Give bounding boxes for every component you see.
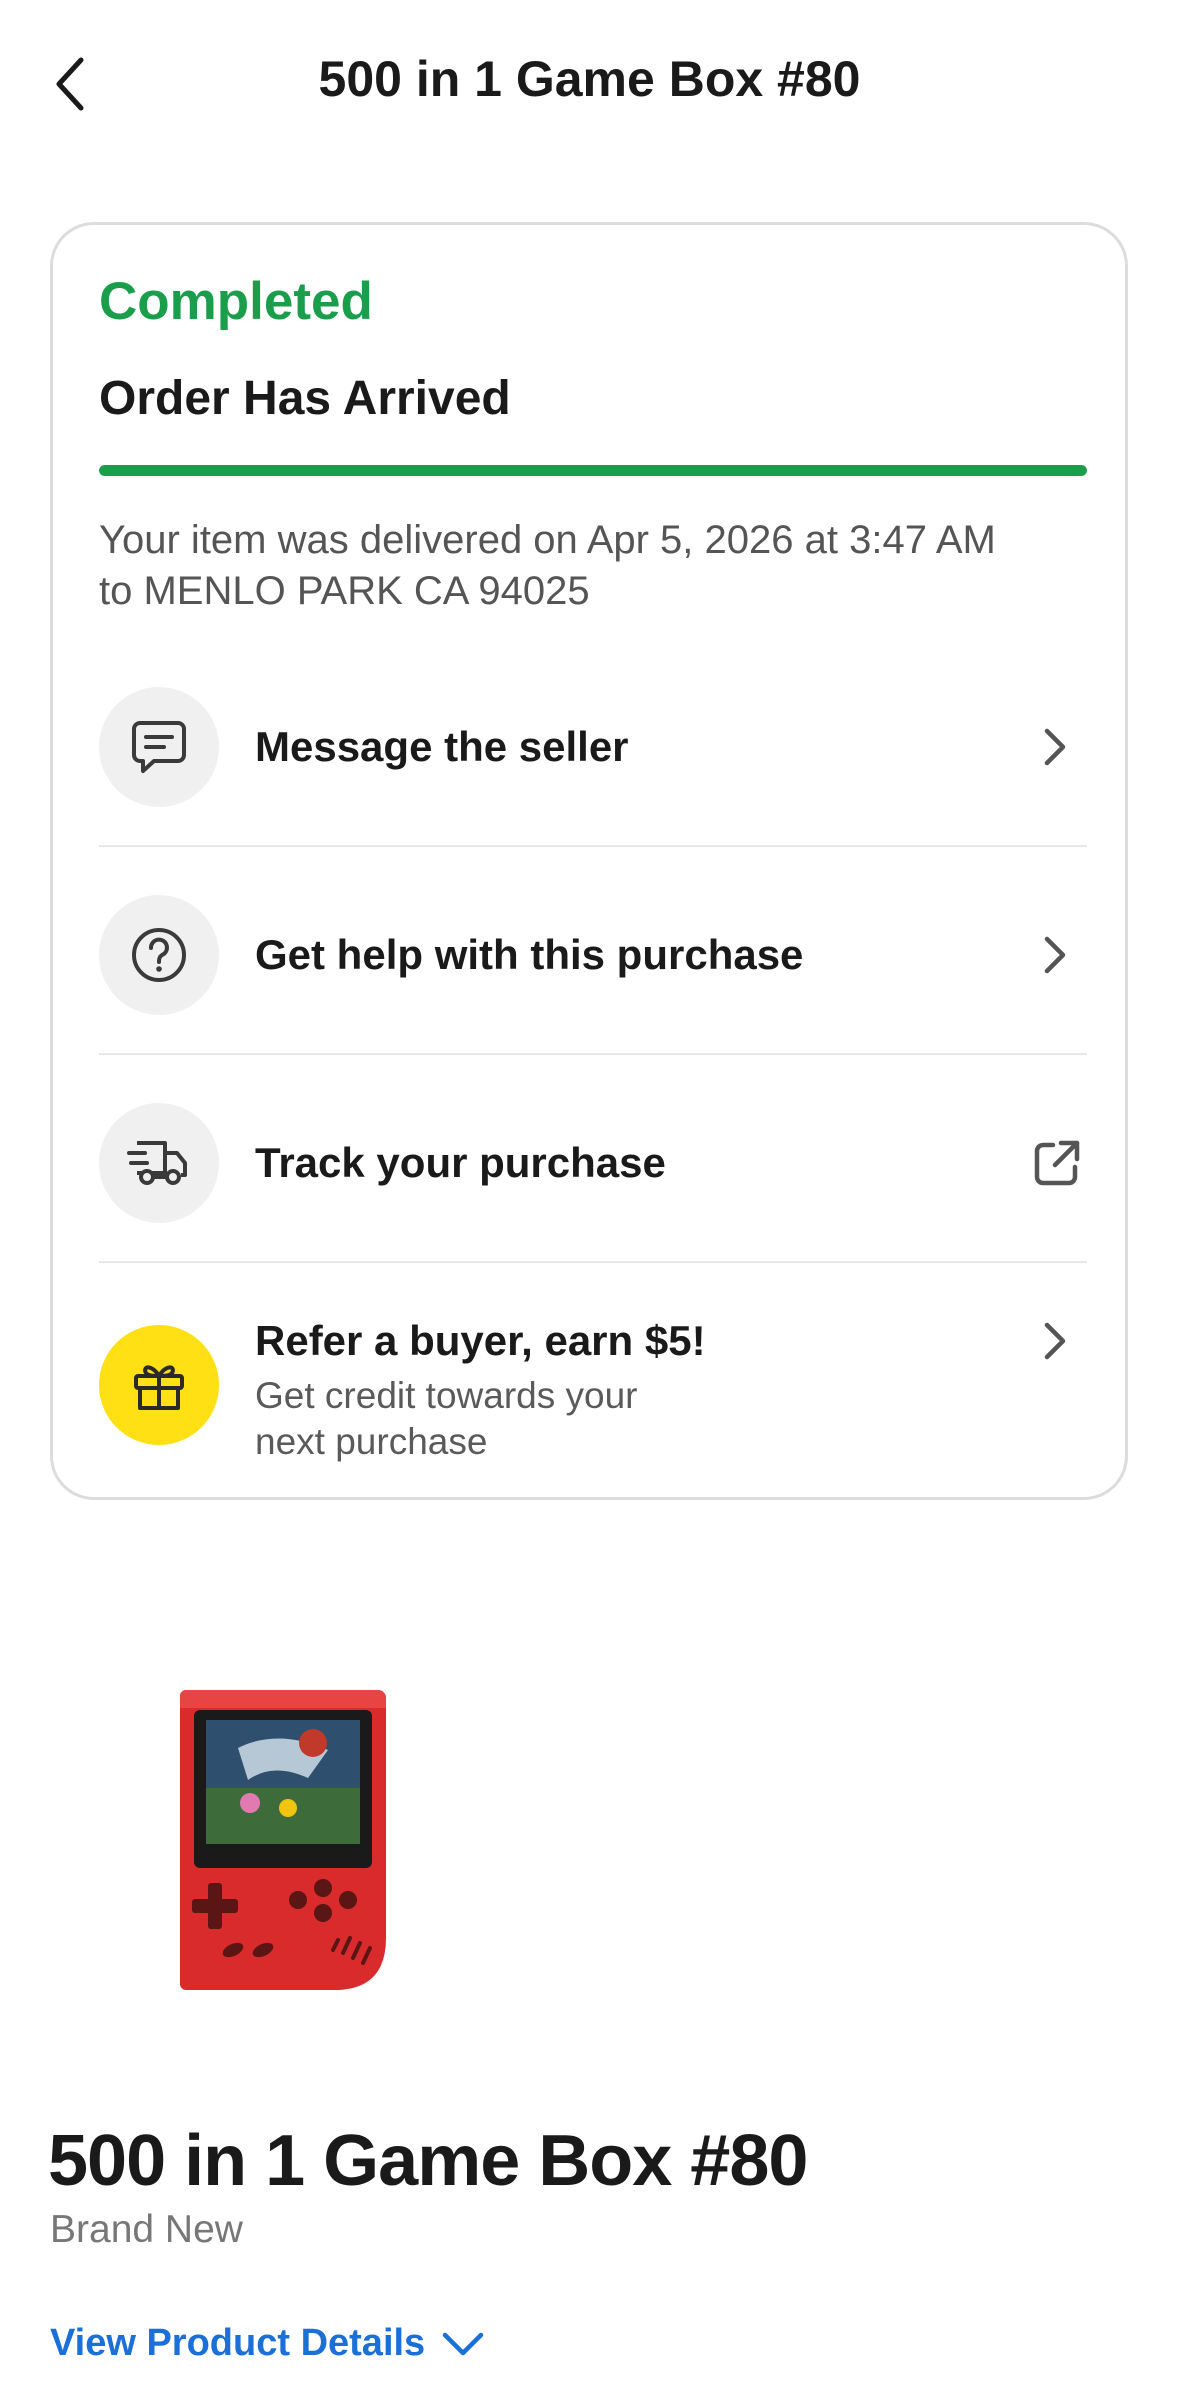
divider <box>99 845 1087 847</box>
top-bar: 500 in 1 Game Box #80 <box>0 0 1179 170</box>
delivery-progress-fill <box>99 465 1087 476</box>
get-help-label: Get help with this purchase <box>255 931 804 978</box>
order-status: Completed <box>99 272 373 331</box>
chevron-right-icon <box>1035 925 1075 985</box>
message-seller-row[interactable]: Message the seller <box>99 687 1087 807</box>
gift-icon <box>134 1365 184 1410</box>
refer-subtitle-line2: next purchase <box>255 1421 488 1462</box>
refer-title: Refer a buyer, earn $5! <box>255 1317 706 1364</box>
view-product-details-link[interactable]: View Product Details <box>50 2322 485 2365</box>
page-title: 500 in 1 Game Box #80 <box>318 51 861 107</box>
truck-icon <box>127 1141 187 1185</box>
chevron-right-icon <box>1035 1311 1075 1371</box>
message-icon-circle <box>99 687 219 807</box>
delivery-progress-bar <box>99 465 1087 476</box>
track-purchase-row[interactable]: Track your purchase <box>99 1103 1087 1223</box>
delivery-info: Your item was delivered on Apr 5, 2026 a… <box>99 515 1099 617</box>
gift-icon-circle <box>99 1325 219 1445</box>
track-purchase-label: Track your purchase <box>255 1139 666 1186</box>
divider <box>99 1053 1087 1055</box>
get-help-row[interactable]: Get help with this purchase <box>99 895 1087 1015</box>
help-icon-circle <box>99 895 219 1015</box>
refer-buyer-row[interactable]: Refer a buyer, earn $5! Get credit towar… <box>99 1317 1087 1475</box>
delivery-address-text: to MENLO PARK CA 94025 <box>99 569 590 613</box>
refer-subtitle: Get credit towards your next purchase <box>255 1373 815 1465</box>
order-substatus: Order Has Arrived <box>99 372 511 425</box>
chat-bubble-icon <box>132 721 186 773</box>
external-link-icon <box>1027 1133 1087 1193</box>
delivery-date-text: Your item was delivered on Apr 5, 2026 a… <box>99 518 996 562</box>
product-condition: Brand New <box>50 2208 243 2251</box>
product-title: 500 in 1 Game Box #80 <box>48 2121 808 2201</box>
divider <box>99 1261 1087 1263</box>
chevron-right-icon <box>1035 717 1075 777</box>
handheld-game-console-icon <box>180 1690 386 1990</box>
refer-subtitle-line1: Get credit towards your <box>255 1375 638 1416</box>
message-seller-label: Message the seller <box>255 723 629 770</box>
order-status-card: Completed Order Has Arrived Your item wa… <box>50 222 1128 1500</box>
chevron-down-icon <box>442 2332 484 2355</box>
help-circle-icon <box>132 928 186 982</box>
truck-icon-circle <box>99 1103 219 1223</box>
view-product-details-label: View Product Details <box>50 2322 426 2364</box>
product-image[interactable] <box>178 1688 388 1993</box>
